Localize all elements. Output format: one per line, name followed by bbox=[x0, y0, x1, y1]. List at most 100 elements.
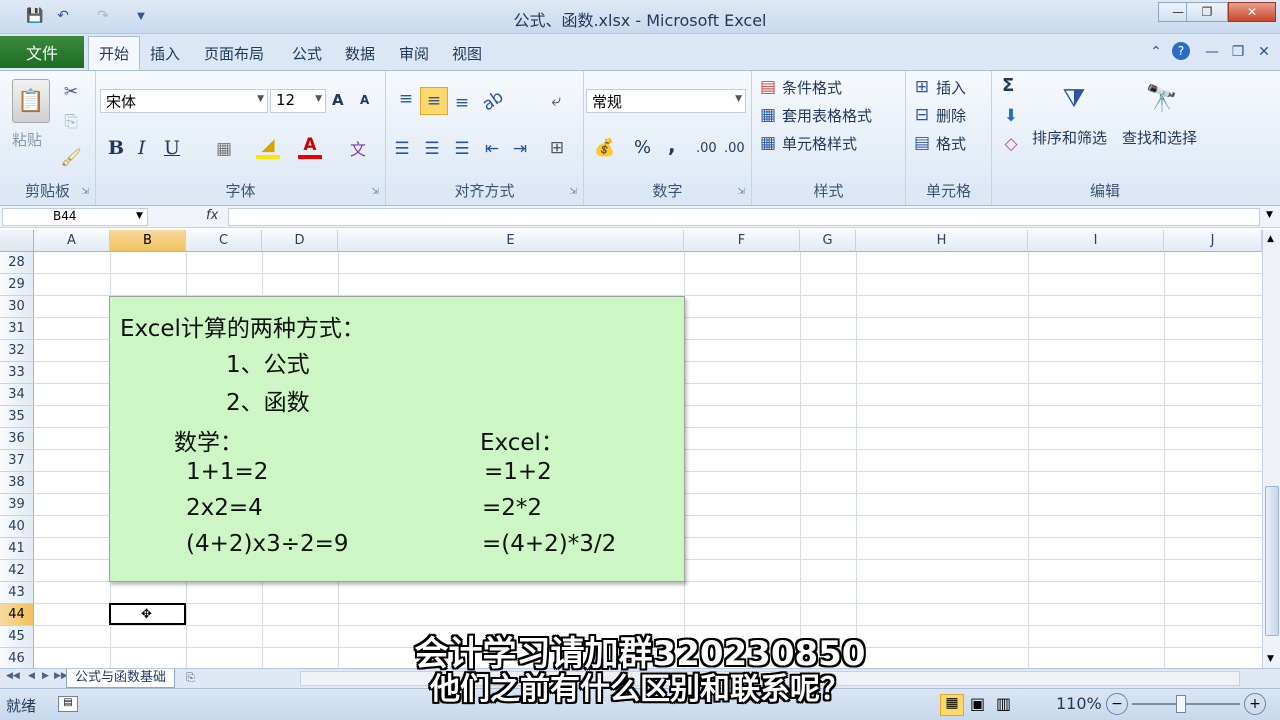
align-left-icon[interactable]: ☰ bbox=[390, 137, 414, 161]
row-header[interactable]: 37 bbox=[0, 450, 34, 472]
restore-button[interactable]: ❐ bbox=[1186, 2, 1228, 22]
font-launcher-icon[interactable]: ⇲ bbox=[371, 187, 379, 197]
orientation-icon[interactable]: ab bbox=[475, 84, 510, 119]
align-bottom-icon[interactable]: ≡ bbox=[450, 91, 474, 115]
column-header[interactable]: A bbox=[34, 230, 110, 252]
increase-decimal-button[interactable]: .00 bbox=[696, 141, 717, 156]
tab-home[interactable]: 开始 bbox=[88, 36, 140, 70]
find-select-button[interactable]: 查找和选择 bbox=[1122, 127, 1197, 148]
conditional-format-button[interactable]: 条件格式 bbox=[782, 77, 842, 98]
italic-button[interactable]: I bbox=[138, 137, 146, 159]
border-icon[interactable]: ▦ bbox=[212, 137, 236, 161]
column-header[interactable]: G bbox=[800, 230, 856, 252]
format-painter-icon[interactable]: 🖌 bbox=[60, 147, 82, 169]
close-doc-icon[interactable]: ✕ bbox=[1254, 42, 1274, 62]
insert-cells-button[interactable]: 插入 bbox=[936, 77, 966, 98]
fill-color-icon[interactable]: ◢ bbox=[256, 135, 280, 159]
formula-input[interactable] bbox=[228, 208, 1260, 226]
row-header[interactable]: 35 bbox=[0, 406, 34, 428]
find-select-icon[interactable]: 🔭 bbox=[1140, 77, 1184, 121]
row-header[interactable]: 34 bbox=[0, 384, 34, 406]
align-middle-icon[interactable]: ≡ bbox=[420, 87, 448, 115]
format-table-button[interactable]: 套用表格格式 bbox=[782, 105, 872, 126]
scroll-up-icon[interactable]: ▲ bbox=[1267, 234, 1274, 244]
column-header[interactable]: E bbox=[338, 230, 684, 252]
tab-view[interactable]: 视图 bbox=[448, 43, 486, 64]
autosum-button[interactable]: Σ bbox=[1002, 75, 1014, 96]
help-icon[interactable]: ? bbox=[1172, 42, 1190, 60]
select-all-corner[interactable] bbox=[0, 230, 34, 252]
grow-font-button[interactable]: A bbox=[332, 91, 344, 109]
format-cells-button[interactable]: 格式 bbox=[936, 133, 966, 154]
text-box[interactable]: Excel计算的两种方式： 1、公式 2、函数 数学： Excel： 1+1=2… bbox=[109, 296, 685, 582]
font-name-select[interactable]: 宋体 ▼ bbox=[100, 89, 268, 113]
insert-cells-icon[interactable]: ⊞ bbox=[912, 77, 932, 97]
row-header[interactable]: 30 bbox=[0, 296, 34, 318]
row-header[interactable]: 36 bbox=[0, 428, 34, 450]
sort-filter-icon[interactable]: ⧩ bbox=[1052, 77, 1096, 121]
underline-button[interactable]: U bbox=[164, 137, 180, 159]
cell-styles-button[interactable]: 单元格样式 bbox=[782, 133, 857, 154]
tab-review[interactable]: 审阅 bbox=[395, 43, 433, 64]
row-header[interactable]: 41 bbox=[0, 538, 34, 560]
cell-styles-icon[interactable]: ▦ bbox=[758, 133, 778, 153]
number-format-select[interactable]: 常规 ▼ bbox=[586, 89, 746, 113]
conditional-format-icon[interactable]: ▤ bbox=[758, 77, 778, 97]
align-center-icon[interactable]: ☰ bbox=[420, 137, 444, 161]
row-header[interactable]: 42 bbox=[0, 560, 34, 582]
column-header[interactable]: C bbox=[186, 230, 262, 252]
bold-button[interactable]: B bbox=[108, 137, 124, 159]
clipboard-launcher-icon[interactable]: ⇲ bbox=[81, 187, 89, 197]
format-table-icon[interactable]: ▦ bbox=[758, 105, 778, 125]
copy-icon[interactable]: ⎘ bbox=[60, 111, 82, 133]
tab-page-layout[interactable]: 页面布局 bbox=[200, 43, 268, 64]
comma-button[interactable]: , bbox=[668, 133, 676, 157]
vertical-scrollbar[interactable]: ▲ ▼ bbox=[1262, 230, 1280, 670]
merge-center-icon[interactable]: ⊞ bbox=[542, 135, 572, 161]
increase-indent-icon[interactable]: ⇥ bbox=[508, 137, 532, 161]
delete-cells-icon[interactable]: ⊟ bbox=[912, 105, 932, 125]
row-header[interactable]: 43 bbox=[0, 582, 34, 604]
sort-filter-button[interactable]: 排序和筛选 bbox=[1032, 127, 1107, 148]
cut-icon[interactable]: ✂ bbox=[60, 81, 82, 103]
column-header[interactable]: H bbox=[856, 230, 1028, 252]
worksheet-grid[interactable]: ABCDEFGHIJ 28 29 30 31 32 33 34 35 36 37 38 39 40 41 4… bbox=[0, 230, 1262, 670]
fill-icon[interactable]: ⬇ bbox=[1000, 105, 1022, 127]
row-header[interactable]: 31 bbox=[0, 318, 34, 340]
clear-icon[interactable]: ◇ bbox=[1000, 133, 1022, 155]
name-box-dropdown-icon[interactable]: ▼ bbox=[136, 211, 143, 221]
minimize-doc-icon[interactable]: — bbox=[1202, 42, 1222, 62]
scrollbar-thumb[interactable] bbox=[1265, 486, 1279, 636]
row-header[interactable]: 32 bbox=[0, 340, 34, 362]
align-right-icon[interactable]: ☰ bbox=[450, 137, 474, 161]
accounting-format-icon[interactable]: 💰 bbox=[590, 135, 620, 161]
align-top-icon[interactable]: ≡ bbox=[394, 87, 418, 111]
format-cells-icon[interactable]: ▤ bbox=[912, 133, 932, 153]
decrease-decimal-button[interactable]: .00 bbox=[724, 141, 745, 156]
expand-formula-icon[interactable]: ▼ bbox=[1266, 210, 1273, 220]
paste-button[interactable]: 粘贴 bbox=[12, 129, 42, 150]
tab-insert[interactable]: 插入 bbox=[146, 43, 184, 64]
restore-doc-icon[interactable]: ❐ bbox=[1228, 42, 1248, 62]
column-header[interactable]: D bbox=[262, 230, 338, 252]
row-header[interactable]: 40 bbox=[0, 516, 34, 538]
row-header[interactable]: 44 bbox=[0, 604, 34, 626]
font-size-select[interactable]: 12 ▼ bbox=[270, 89, 326, 113]
row-header[interactable]: 33 bbox=[0, 362, 34, 384]
name-box[interactable]: B44 bbox=[2, 208, 148, 226]
insert-function-button[interactable]: fx bbox=[206, 208, 218, 223]
tab-file[interactable]: 文件 bbox=[0, 36, 84, 68]
percent-button[interactable]: % bbox=[634, 137, 651, 158]
column-header[interactable]: I bbox=[1028, 230, 1164, 252]
tab-formulas[interactable]: 公式 bbox=[288, 43, 326, 64]
row-header[interactable]: 39 bbox=[0, 494, 34, 516]
shrink-font-button[interactable]: A bbox=[360, 93, 369, 107]
row-header[interactable]: 28 bbox=[0, 252, 34, 274]
minimize-ribbon-icon[interactable]: ⌃ bbox=[1146, 42, 1166, 62]
paste-icon[interactable]: 📋 bbox=[12, 79, 50, 123]
tab-data[interactable]: 数据 bbox=[341, 43, 379, 64]
font-color-icon[interactable]: A bbox=[298, 135, 322, 159]
number-launcher-icon[interactable]: ⇲ bbox=[737, 187, 745, 197]
column-header[interactable]: B bbox=[110, 230, 186, 252]
column-header[interactable]: F bbox=[684, 230, 800, 252]
